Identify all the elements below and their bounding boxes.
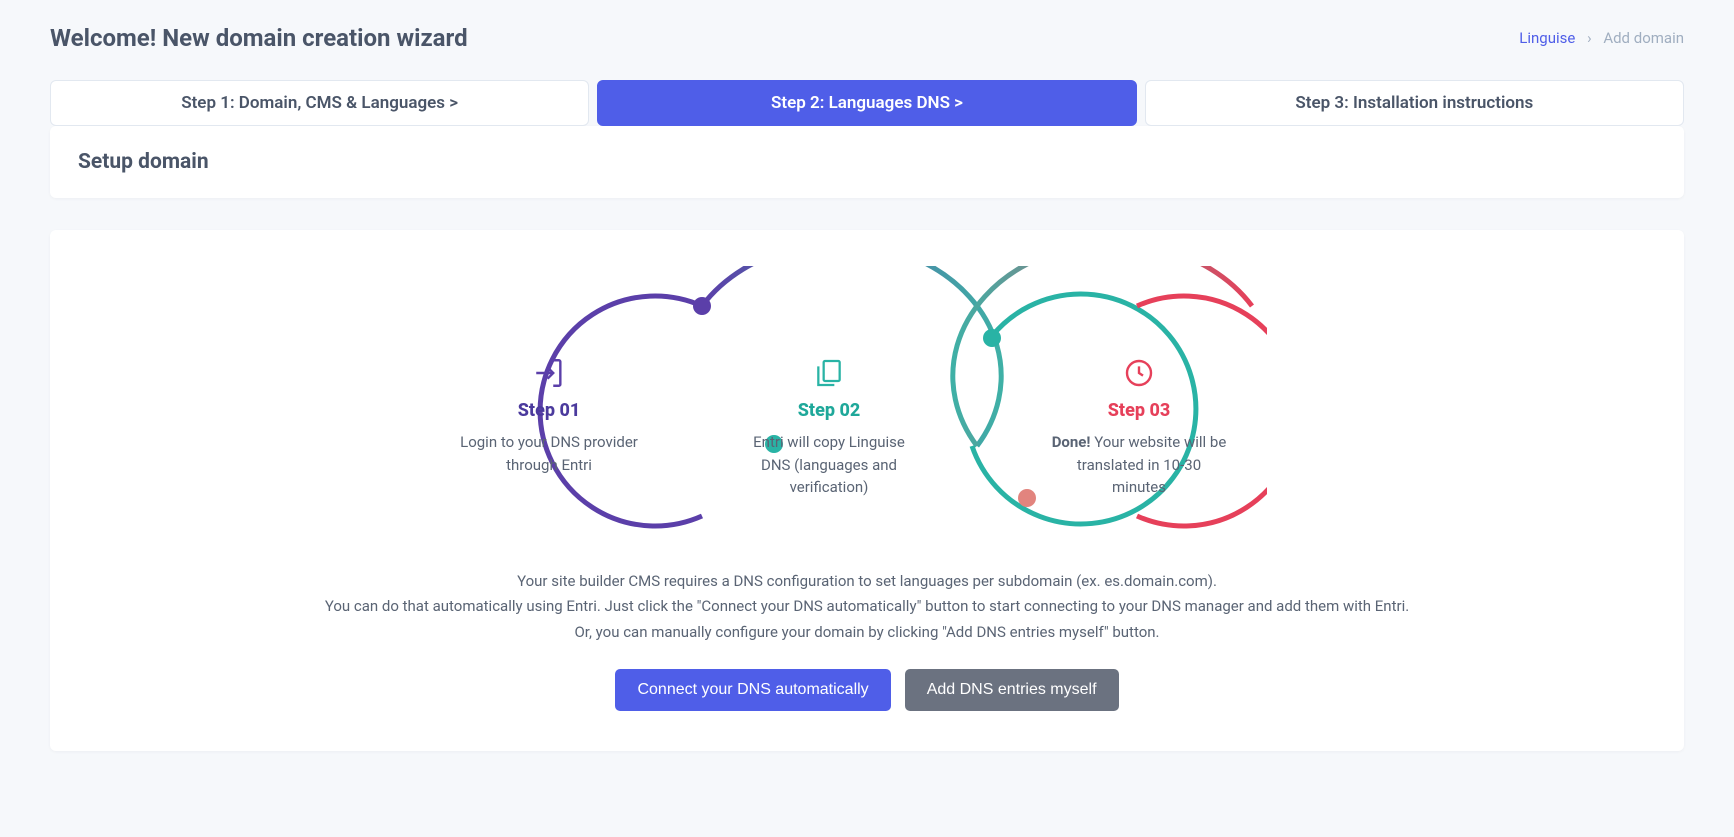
flow-step-1: Step 01 Login to your DNS provider throu… <box>459 352 639 499</box>
step-tab-2[interactable]: Step 2: Languages DNS > <box>597 80 1136 126</box>
page-title: Welcome! New domain creation wizard <box>50 24 468 52</box>
breadcrumb-link[interactable]: Linguise <box>1519 29 1575 47</box>
breadcrumb-separator: › <box>1587 29 1592 47</box>
flow-step-3-title: Step 03 <box>1049 400 1229 421</box>
step-tab-1[interactable]: Step 1: Domain, CMS & Languages > <box>50 80 589 126</box>
flow-step-3-text: Done! Your website will be translated in… <box>1049 431 1229 499</box>
flow-step-1-text: Login to your DNS provider through Entri <box>459 431 639 476</box>
connect-dns-button[interactable]: Connect your DNS automatically <box>615 669 890 711</box>
copy-icon <box>739 352 919 394</box>
setup-title: Setup domain <box>78 150 1656 174</box>
flow-step-2: Step 02 Entri will copy Linguise DNS (la… <box>739 352 919 499</box>
main-card: Step 01 Login to your DNS provider throu… <box>50 230 1684 751</box>
flow-step-3: Step 03 Done! Your website will be trans… <box>1049 352 1229 499</box>
login-icon <box>459 352 639 394</box>
add-dns-manual-button[interactable]: Add DNS entries myself <box>905 669 1119 711</box>
clock-icon <box>1049 352 1229 394</box>
setup-card: Setup domain <box>50 126 1684 198</box>
breadcrumb-current: Add domain <box>1603 29 1684 47</box>
button-row: Connect your DNS automatically Add DNS e… <box>110 669 1624 711</box>
flow-step-2-title: Step 02 <box>739 400 919 421</box>
step-tab-3[interactable]: Step 3: Installation instructions <box>1145 80 1684 126</box>
flow-step-1-title: Step 01 <box>459 400 639 421</box>
flow-steps-row: Step 01 Login to your DNS provider throu… <box>110 352 1624 499</box>
flow-step-2-text: Entri will copy Linguise DNS (languages … <box>739 431 919 499</box>
wizard-steps: Step 1: Domain, CMS & Languages > Step 2… <box>50 80 1684 126</box>
description-text: Your site builder CMS requires a DNS con… <box>267 569 1467 646</box>
breadcrumb: Linguise › Add domain <box>1519 29 1684 47</box>
